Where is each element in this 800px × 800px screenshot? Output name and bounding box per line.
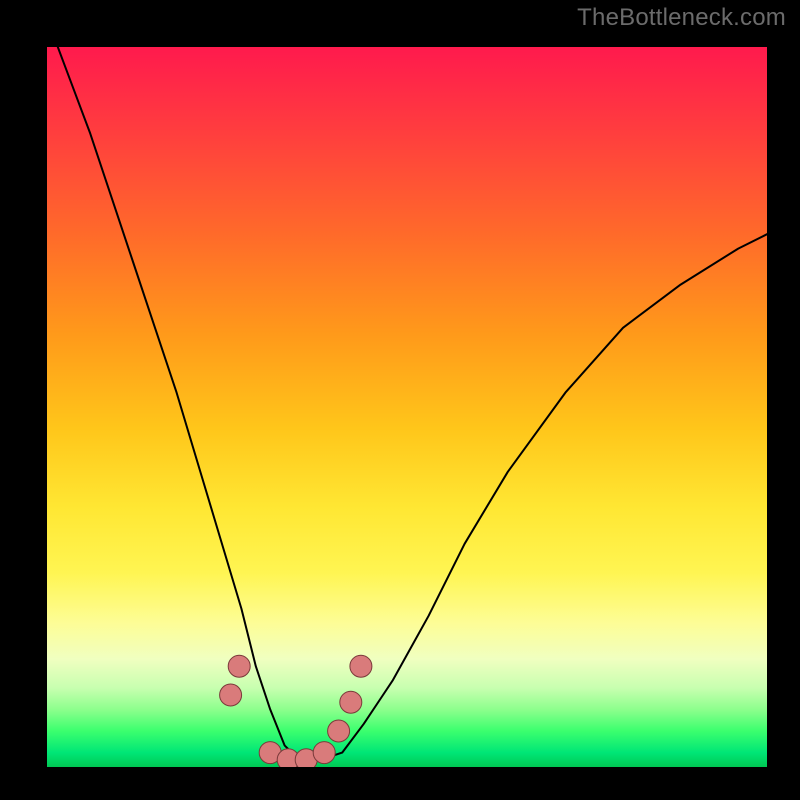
curve-marker (328, 720, 350, 742)
curve-marker (340, 691, 362, 713)
curve-marker (220, 684, 242, 706)
curve-marker (313, 742, 335, 764)
curve-marker (350, 655, 372, 677)
curve-group (47, 47, 767, 760)
watermark-text: TheBottleneck.com (577, 4, 786, 32)
curve-marker (228, 655, 250, 677)
bottleneck-curve-svg (47, 47, 767, 767)
chart-frame: TheBottleneck.com (0, 0, 800, 800)
bottleneck-curve (47, 47, 767, 760)
marker-group (220, 655, 372, 767)
plot-area (47, 47, 767, 767)
